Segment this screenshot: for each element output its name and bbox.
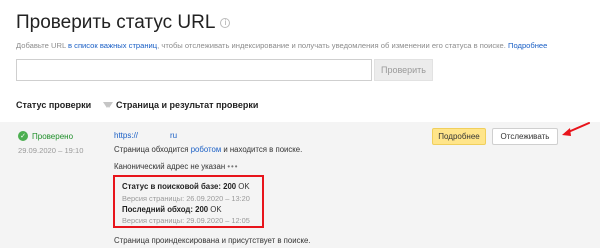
canonical-label: Канонический адрес не указан <box>114 162 226 171</box>
details-button[interactable]: Подробнее <box>432 128 486 145</box>
arrow-icon <box>562 122 590 136</box>
page-title: Проверить статус URL i <box>16 12 231 34</box>
check-icon: ✓ <box>18 131 28 141</box>
crawl-status-text: Страница обходится роботом и находится в… <box>114 145 302 154</box>
column-header-status-label: Статус проверки <box>16 100 92 110</box>
status-label: Проверено <box>32 131 74 141</box>
last-crawl-version: Версия страницы: 29.09.2020 – 12:05 <box>122 216 250 225</box>
status-badge: ✓ Проверено <box>18 131 73 141</box>
robot-link[interactable]: роботом <box>191 145 221 154</box>
search-status-line: Статус в поисковой базе: 200 OK <box>122 182 250 191</box>
indexed-text: Страница проиндексирована и присутствует… <box>114 236 311 245</box>
more-dots-icon[interactable]: ••• <box>227 162 238 171</box>
crawl-text-before: Страница обходится <box>114 145 191 154</box>
last-crawl-line: Последний обход: 200 OK <box>122 205 222 214</box>
subtitle-text-before: Добавьте URL <box>16 41 68 50</box>
last-crawl-code: 200 <box>195 205 209 214</box>
important-pages-link[interactable]: в список важных страниц <box>68 41 157 50</box>
url-suffix: ru <box>170 131 178 140</box>
crawl-text-after: и находится в поиске. <box>221 145 303 154</box>
last-crawl-ok: OK <box>210 205 222 214</box>
url-input[interactable] <box>16 59 372 81</box>
column-header-status[interactable]: Статус проверки <box>16 100 114 110</box>
filter-icon[interactable] <box>103 102 111 108</box>
column-header-result-label: Страница и результат проверки <box>116 100 259 110</box>
checked-url-link[interactable]: https:// ru <box>114 131 177 140</box>
more-info-link[interactable]: Подробнее <box>508 41 547 50</box>
search-status-ok: OK <box>238 182 250 191</box>
check-button[interactable]: Проверить <box>374 59 433 81</box>
subtitle-text-after: , чтобы отслеживать индексирование и пол… <box>157 41 508 50</box>
column-header-result[interactable]: Страница и результат проверки <box>103 100 258 110</box>
url-prefix: https:// <box>114 131 139 140</box>
search-status-label: Статус в поисковой базе: <box>122 182 221 191</box>
search-status-code: 200 <box>223 182 237 191</box>
search-version: Версия страницы: 26.09.2020 – 13:20 <box>122 194 250 203</box>
canonical-text: Канонический адрес не указан ••• <box>114 162 239 171</box>
page-title-text: Проверить статус URL <box>16 12 216 33</box>
info-icon[interactable]: i <box>220 18 231 28</box>
page-subtitle: Добавьте URL в список важных страниц, чт… <box>16 41 547 50</box>
track-button[interactable]: Отслеживать <box>492 128 558 145</box>
status-date: 29.09.2020 – 19:10 <box>18 146 84 155</box>
last-crawl-label: Последний обход: <box>122 205 193 214</box>
redacted-domain <box>140 132 169 139</box>
